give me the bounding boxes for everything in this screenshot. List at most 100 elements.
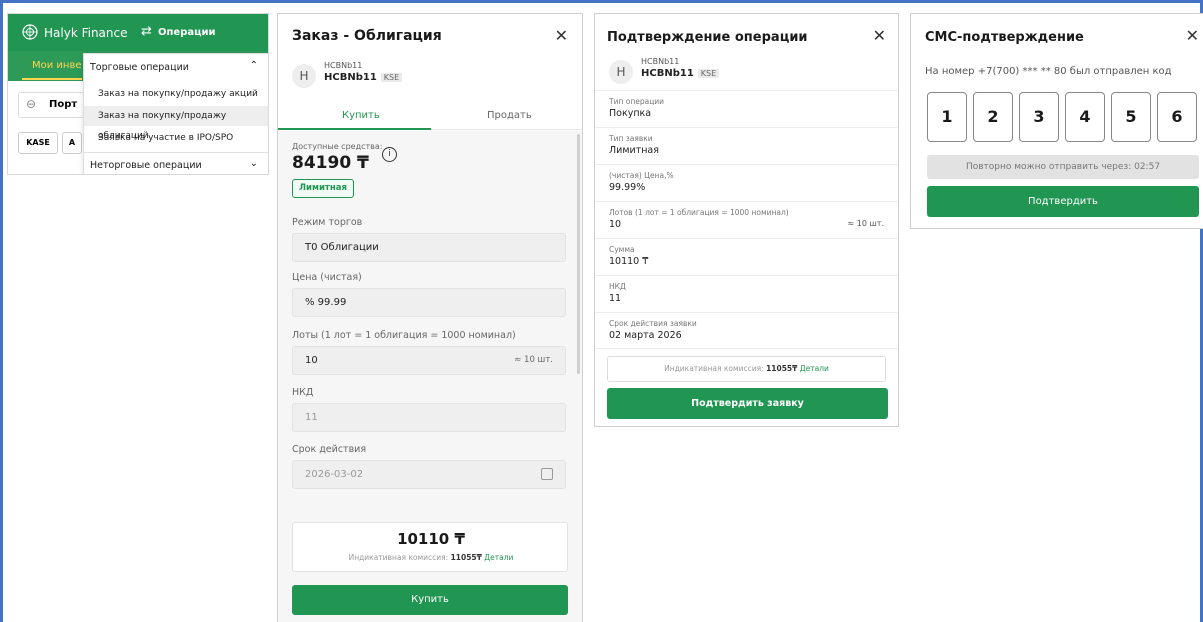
- portfolio-selector[interactable]: ⊖ Порт: [18, 92, 86, 118]
- detail-label: Тип заявки: [609, 134, 653, 143]
- exchange-filter-kase[interactable]: KASE: [18, 132, 58, 154]
- operations-menu-panel: Halyk Finance ⇄ Операции Мои инве ⊖ Порт…: [7, 13, 269, 175]
- close-icon[interactable]: ✕: [873, 26, 886, 45]
- info-icon[interactable]: i: [382, 147, 397, 162]
- nkd-label: НКД: [292, 387, 314, 398]
- code-digit-input[interactable]: 6: [1157, 92, 1197, 142]
- trading-mode-value: Т0 Облигации: [305, 242, 379, 253]
- exchange-badge: KSE: [697, 69, 720, 78]
- commission-value: 11055₸: [450, 553, 482, 562]
- lots-quantity-hint: ≈ 10 шт.: [514, 355, 553, 365]
- code-digit-input[interactable]: 3: [1019, 92, 1059, 142]
- commission-label: Индикативная комиссия:: [348, 553, 451, 562]
- chevron-up-icon: ⌃: [249, 60, 258, 71]
- sms-confirm-modal: СМС-подтверждение ✕ На номер +7(700) ***…: [910, 13, 1203, 229]
- price-input[interactable]: % 99.99: [292, 288, 566, 317]
- menu-item-ipo-application[interactable]: Заявка на участие в IPO/SPO: [84, 128, 268, 148]
- top-navbar: Halyk Finance ⇄ Операции: [8, 14, 268, 51]
- brand-name[interactable]: Halyk Finance: [44, 26, 127, 40]
- nkd-value: 11: [305, 412, 318, 423]
- ticker-code: HCBNb11: [641, 68, 694, 79]
- available-funds-value: 84190 ₸: [292, 153, 369, 173]
- detail-label: Лотов (1 лот = 1 облигация = 1000 номина…: [609, 208, 789, 217]
- sms-sent-message: На номер +7(700) *** ** 80 был отправлен…: [925, 66, 1172, 77]
- commission-value: 11055₸: [766, 364, 798, 373]
- menu-item-bonds-order[interactable]: Заказ на покупку/продажу облигаций: [84, 106, 268, 141]
- active-tab-indicator: [278, 128, 431, 130]
- commission-line: Индикативная комиссия: 11055₸ Детали: [293, 553, 569, 562]
- scrollbar[interactable]: [577, 134, 580, 374]
- detail-row-operation-type: Тип операции Покупка: [595, 90, 898, 127]
- non-trading-operations-header[interactable]: Неторговые операции: [90, 160, 202, 171]
- price-label: Цена (чистая): [292, 272, 362, 283]
- detail-value: 99.99%: [609, 182, 646, 193]
- buy-button[interactable]: Купить: [292, 585, 568, 615]
- code-digit-input[interactable]: 2: [973, 92, 1013, 142]
- detail-label: (чистая) Цена,%: [609, 171, 674, 180]
- lots-label: Лоты (1 лот = 1 облигация = 1000 номинал…: [292, 330, 516, 341]
- tab-sell[interactable]: Продать: [487, 110, 532, 121]
- modal-title: СМС-подтверждение: [925, 30, 1084, 45]
- code-digit-input[interactable]: 4: [1065, 92, 1105, 142]
- commission-details-link[interactable]: Детали: [484, 553, 513, 562]
- menu-item-stocks-order[interactable]: Заказ на покупку/продажу акций: [84, 84, 268, 104]
- ticker-code: HCBNb11: [324, 72, 377, 83]
- order-form: Доступные средства: 84190 ₸ i Лимитная Р…: [278, 131, 582, 622]
- ticker-name: HCBNb11 KSE: [641, 68, 720, 79]
- order-total-amount: 10110 ₸: [397, 530, 465, 548]
- expiry-value: 2026-03-02: [305, 469, 364, 480]
- available-funds-label: Доступные средства:: [292, 142, 383, 151]
- detail-label: НКД: [609, 282, 626, 291]
- ticker-avatar: H: [609, 60, 633, 84]
- ticker-short: HCBNb11: [324, 61, 363, 70]
- detail-value: 11: [609, 293, 622, 304]
- detail-row-order-type: Тип заявки Лимитная: [595, 127, 898, 164]
- screenshot-stage: Halyk Finance ⇄ Операции Мои инве ⊖ Порт…: [0, 0, 1203, 622]
- commission-label: Индикативная комиссия:: [664, 364, 767, 373]
- nkd-field: 11: [292, 403, 566, 432]
- detail-row-nkd: НКД 11: [595, 275, 898, 312]
- code-digit-input[interactable]: 1: [927, 92, 967, 142]
- expiry-label: Срок действия: [292, 444, 367, 455]
- trading-operations-header[interactable]: Торговые операции: [90, 62, 189, 73]
- expiry-date-input[interactable]: 2026-03-02: [292, 460, 566, 489]
- trading-mode-label: Режим торгов: [292, 217, 363, 228]
- calendar-icon[interactable]: [541, 468, 553, 480]
- order-total-card: 10110 ₸ Индикативная комиссия: 11055₸ Де…: [292, 522, 568, 572]
- close-icon[interactable]: ✕: [555, 26, 568, 45]
- detail-row-expiry: Срок действия заявки 02 марта 2026: [595, 312, 898, 349]
- link-icon: ⊖: [26, 97, 37, 111]
- detail-value: 10: [609, 219, 622, 230]
- resend-timer: Повторно можно отправить через: 02:57: [927, 155, 1199, 179]
- detail-row-lots: Лотов (1 лот = 1 облигация = 1000 номина…: [595, 201, 898, 238]
- active-tab-underline: [22, 78, 82, 80]
- exchange-badge: KSE: [380, 73, 403, 82]
- exchange-filter-second[interactable]: A: [62, 132, 82, 154]
- detail-label: Тип операции: [609, 97, 665, 106]
- ticker-name: HCBNb11 KSE: [324, 72, 403, 83]
- operations-nav-link[interactable]: Операции: [158, 27, 216, 38]
- lots-value: 10: [305, 355, 318, 366]
- chevron-down-icon: ⌄: [249, 158, 258, 169]
- lots-input[interactable]: 10 ≈ 10 шт.: [292, 346, 566, 375]
- operations-dropdown: Торговые операции ⌃ Заказ на покупку/про…: [83, 53, 268, 174]
- buy-sell-tabs: Купить Продать: [278, 102, 582, 130]
- confirm-order-button[interactable]: Подтвердить заявку: [607, 388, 888, 419]
- bond-order-modal: Заказ - Облигация ✕ H HCBNb11 HCBNb11 KSE…: [277, 13, 583, 622]
- order-type-badge[interactable]: Лимитная: [292, 179, 354, 198]
- tab-my-investments[interactable]: Мои инве: [32, 60, 82, 71]
- confirm-sms-button[interactable]: Подтвердить: [927, 186, 1199, 217]
- portfolio-label: Порт: [49, 99, 78, 110]
- tab-buy[interactable]: Купить: [342, 110, 380, 121]
- detail-value: Покупка: [609, 108, 652, 119]
- ticker-short: HCBNb11: [641, 57, 680, 66]
- trading-mode-select[interactable]: Т0 Облигации: [292, 233, 566, 262]
- close-icon[interactable]: ✕: [1186, 26, 1199, 45]
- menu-divider: [84, 152, 268, 153]
- operation-confirm-modal: Подтверждение операции ✕ H HCBNb11 HCBNb…: [594, 13, 899, 427]
- code-digit-input[interactable]: 5: [1111, 92, 1151, 142]
- commission-box: Индикативная комиссия: 11055₸ Детали: [607, 356, 886, 382]
- commission-details-link[interactable]: Детали: [800, 364, 829, 373]
- detail-value: 10110 ₸: [609, 256, 649, 267]
- halyk-logo-icon: [22, 24, 38, 40]
